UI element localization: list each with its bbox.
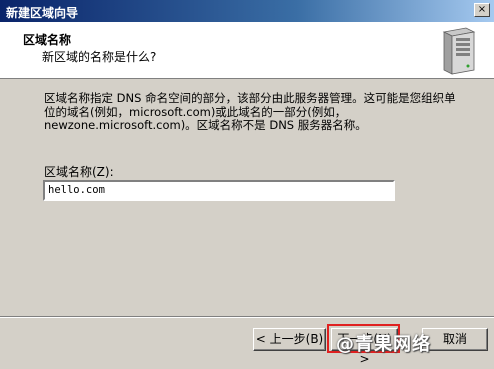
page-title: 区域名称 (23, 33, 72, 47)
wizard-header: 区域名称 新区域的名称是什么? (0, 22, 494, 79)
back-button[interactable]: < 上一步(B) (253, 328, 326, 351)
watermark-text: @青果网络 (336, 334, 431, 355)
zone-name-input[interactable]: hello.com (43, 180, 395, 201)
server-icon (442, 27, 476, 75)
title-bar: 新建区域向导 × (0, 0, 494, 22)
close-button[interactable]: × (474, 3, 490, 17)
window-title: 新建区域向导 (6, 6, 79, 20)
footer-divider (0, 316, 494, 318)
description-text: 区域名称指定 DNS 命名空间的部分，该部分由此服务器管理。这可能是您组织单位的… (44, 91, 456, 132)
page-subtitle: 新区域的名称是什么? (42, 50, 157, 64)
zone-name-label: 区域名称(Z): (44, 165, 114, 179)
